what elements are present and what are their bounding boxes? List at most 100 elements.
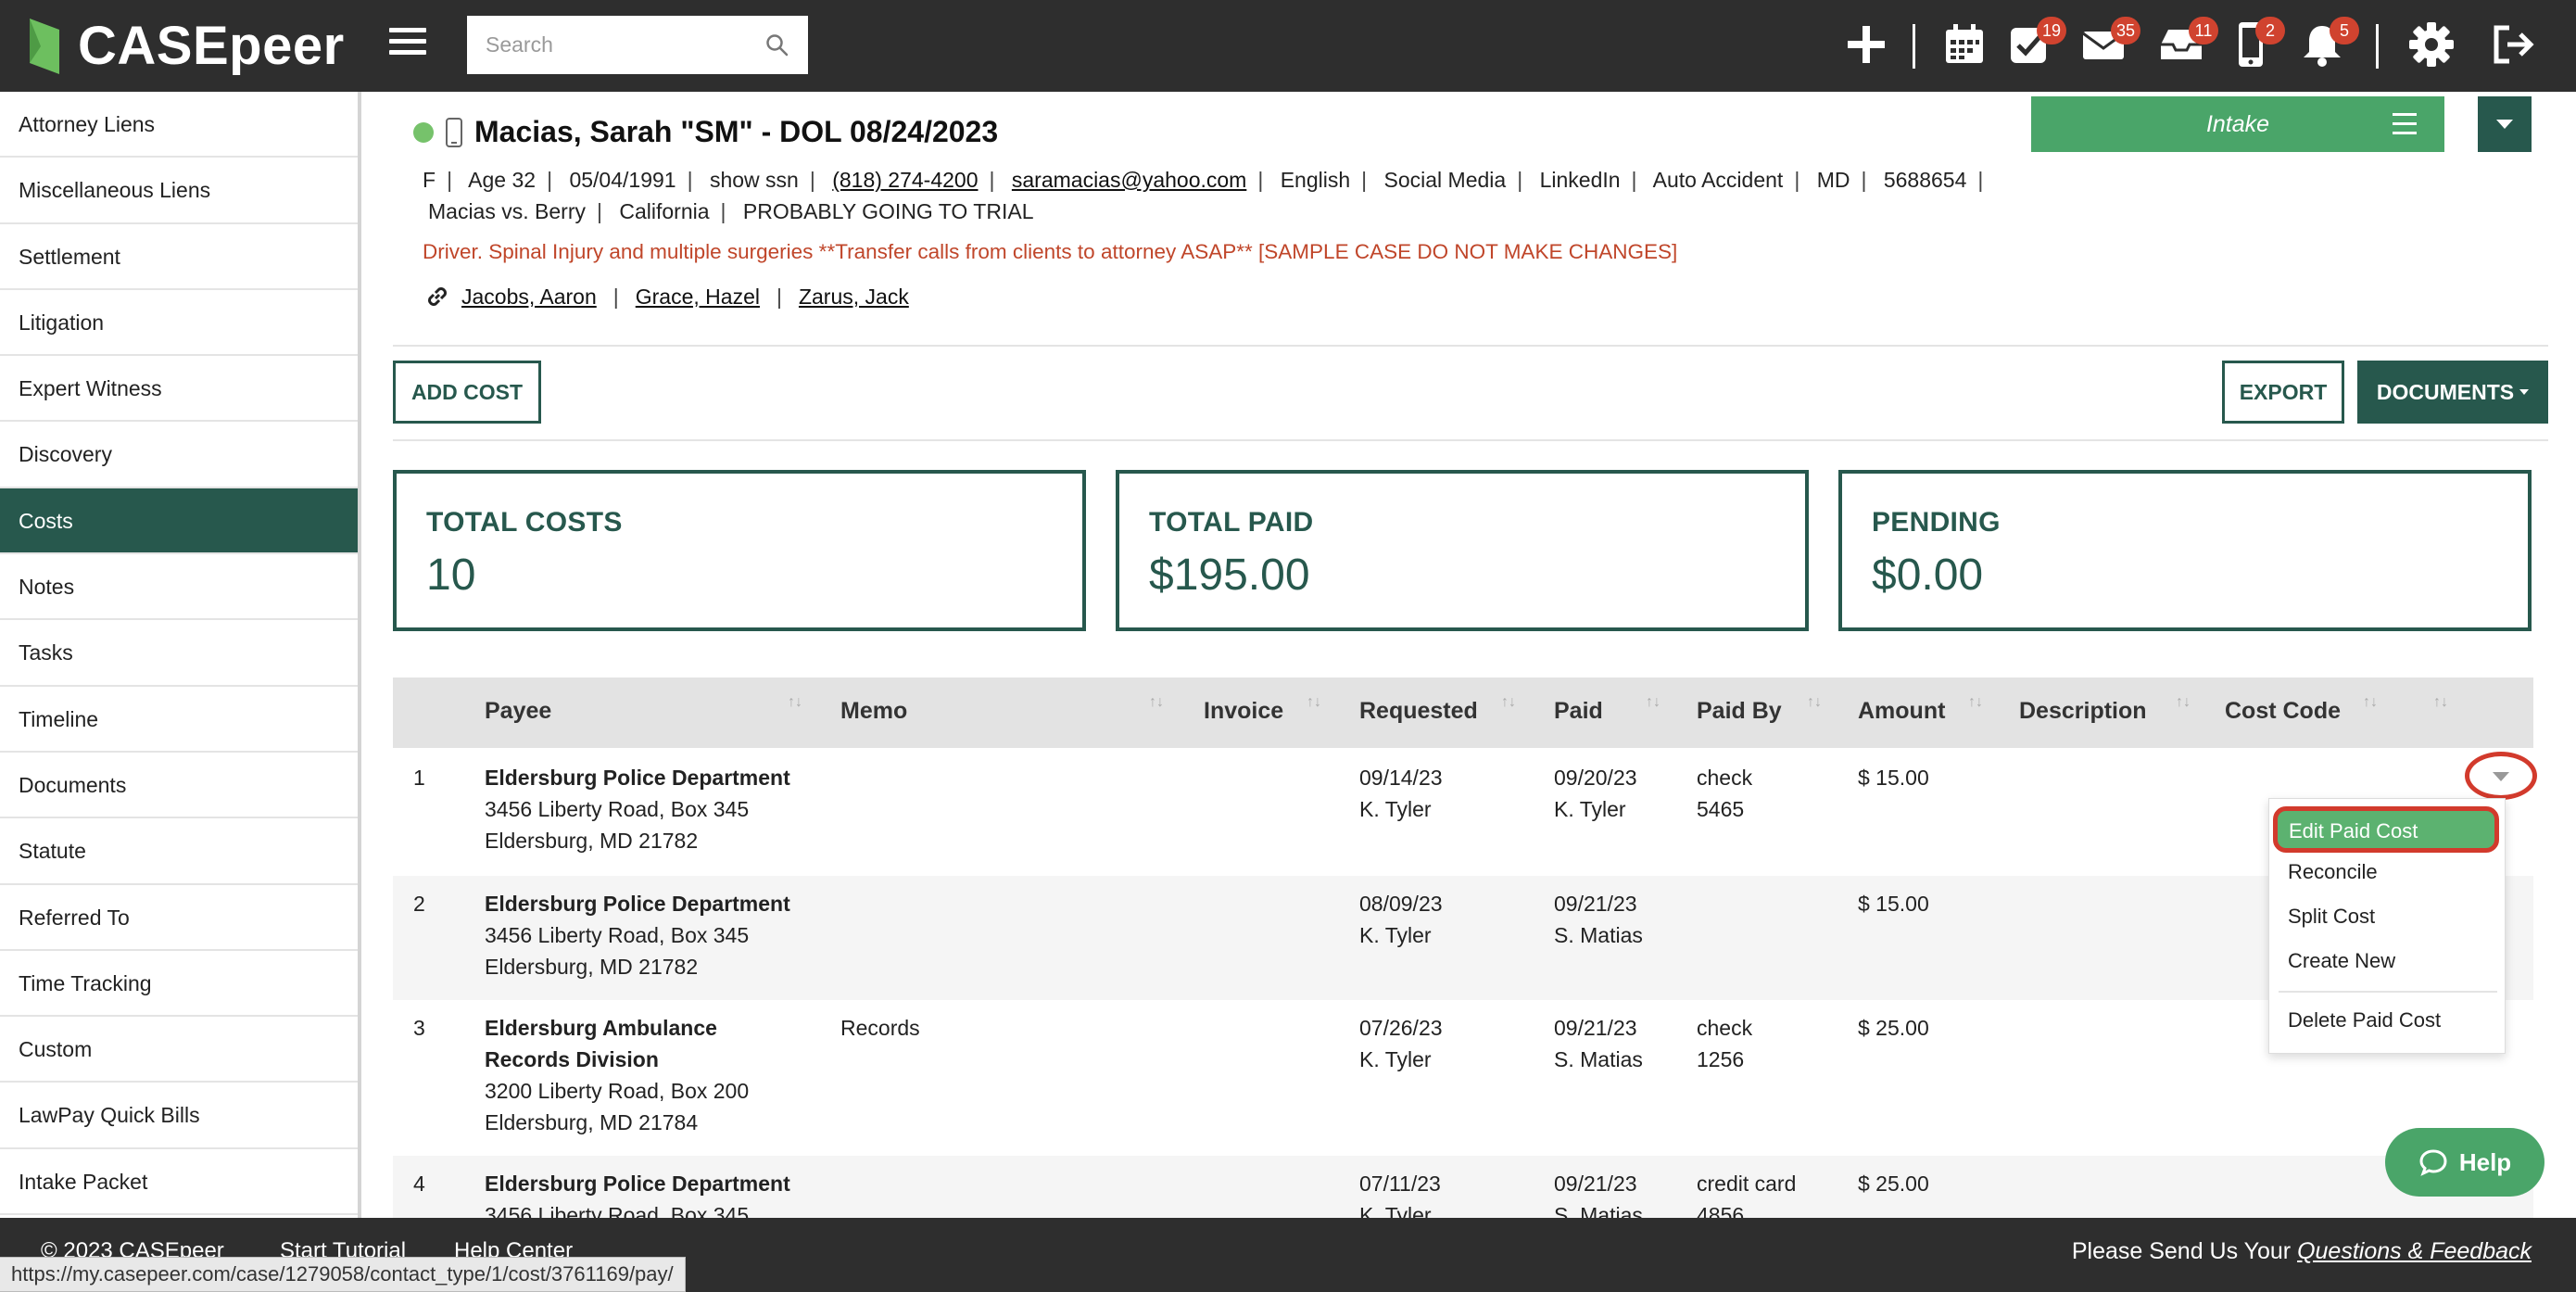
sidebar-item-timeline[interactable]: Timeline bbox=[0, 687, 358, 753]
client-info-line: F | Age 32 | 05/04/1991 | show ssn | (818) 2… bbox=[423, 168, 1984, 192]
mail-badge: 35 bbox=[2110, 17, 2140, 44]
case-venue: California bbox=[619, 199, 710, 223]
inbox-icon[interactable]: 11 bbox=[2157, 17, 2218, 69]
paid-by-user: K. Tyler bbox=[1554, 797, 1626, 821]
documents-dropdown-button[interactable]: DOCUMENTS bbox=[2357, 361, 2548, 424]
sidebar-item-time-tracking[interactable]: Time Tracking bbox=[0, 951, 358, 1018]
settings-gear-icon[interactable] bbox=[2407, 20, 2456, 69]
feedback-text: Please Send Us Your Questions & Feedback bbox=[2072, 1238, 2532, 1265]
table-row[interactable]: 4 Eldersburg Police Department 3456 Libe… bbox=[393, 1156, 2533, 1218]
sidebar-item-litigation[interactable]: Litigation bbox=[0, 290, 358, 357]
column-header-payee[interactable]: Payee bbox=[485, 698, 551, 725]
paid-date: 09/21/23 bbox=[1554, 1016, 1637, 1040]
sidebar-item-tasks[interactable]: Tasks bbox=[0, 620, 358, 687]
search-icon[interactable] bbox=[765, 33, 789, 57]
sort-icon[interactable]: ↑↓ bbox=[1968, 695, 1985, 720]
table-row[interactable]: 2 Eldersburg Police Department 3456 Libe… bbox=[393, 876, 2533, 1000]
column-header-description[interactable]: Description bbox=[2019, 698, 2147, 725]
paid-by-user: S. Matias bbox=[1554, 1047, 1643, 1071]
case-stage-button[interactable]: Intake bbox=[2031, 96, 2444, 152]
column-header-requested[interactable]: Requested bbox=[1359, 698, 1478, 725]
search-input[interactable] bbox=[486, 32, 765, 57]
table-row[interactable]: 3 Eldersburg Ambulance Records Division … bbox=[393, 1000, 2533, 1156]
requested-by: K. Tyler bbox=[1359, 797, 1432, 821]
calendar-icon[interactable] bbox=[1940, 20, 1989, 69]
case-outcome: PROBABLY GOING TO TRIAL bbox=[742, 199, 1034, 223]
requested-date: 09/14/23 bbox=[1359, 766, 1443, 790]
sort-icon[interactable]: ↑↓ bbox=[1646, 695, 1662, 720]
row-number: 2 bbox=[413, 892, 425, 916]
client-email-link[interactable]: saramacias@yahoo.com bbox=[1012, 168, 1246, 192]
payee-address-line: Eldersburg, MD 21782 bbox=[485, 955, 699, 979]
menu-item-delete-paid-cost[interactable]: Delete Paid Cost bbox=[2288, 1008, 2441, 1032]
export-button[interactable]: EXPORT bbox=[2222, 361, 2344, 424]
table-row[interactable]: 1 Eldersburg Police Department 3456 Libe… bbox=[393, 748, 2533, 876]
sidebar-item-attorney-liens[interactable]: Attorney Liens bbox=[0, 92, 358, 158]
cost-amount: $ 25.00 bbox=[1858, 1016, 1929, 1040]
feedback-link[interactable]: Questions & Feedback bbox=[2297, 1238, 2532, 1264]
sort-icon[interactable]: ↑↓ bbox=[2176, 695, 2192, 720]
paid-by-user: S. Matias bbox=[1554, 923, 1643, 947]
casepeer-logo[interactable]: CASEpeer bbox=[22, 11, 345, 81]
sidebar-item-notes[interactable]: Notes bbox=[0, 554, 358, 621]
add-new-icon[interactable] bbox=[1842, 20, 1890, 69]
column-header-amount[interactable]: Amount bbox=[1858, 698, 1945, 725]
sort-icon[interactable]: ↑↓ bbox=[1149, 695, 1166, 720]
sidebar-item-lawpay-quick-bills[interactable]: LawPay Quick Bills bbox=[0, 1083, 358, 1149]
sidebar-item-statute[interactable]: Statute bbox=[0, 818, 358, 885]
menu-item-reconcile[interactable]: Reconcile bbox=[2288, 860, 2378, 884]
column-header-paid[interactable]: Paid bbox=[1554, 698, 1603, 725]
row-number: 4 bbox=[413, 1172, 425, 1196]
payee-name: Eldersburg Police Department bbox=[485, 766, 790, 790]
phone-badge: 2 bbox=[2255, 17, 2285, 44]
sidebar-item-documents[interactable]: Documents bbox=[0, 753, 358, 819]
mail-icon[interactable]: 35 bbox=[2079, 17, 2140, 69]
menu-item-create-new[interactable]: Create New bbox=[2288, 949, 2395, 973]
inbox-badge: 11 bbox=[2189, 17, 2218, 44]
sort-icon[interactable]: ↑↓ bbox=[1307, 695, 1323, 720]
sidebar-item-discovery[interactable]: Discovery bbox=[0, 422, 358, 488]
case-assignees: Jacobs, Aaron | Grace, Hazel | Zarus, Jack bbox=[423, 282, 909, 311]
menu-item-edit-paid-cost[interactable]: Edit Paid Cost bbox=[2273, 806, 2499, 853]
mobile-phone-icon[interactable]: 2 bbox=[2231, 17, 2285, 69]
column-header-paid-by[interactable]: Paid By bbox=[1697, 698, 1782, 725]
client-gender: F bbox=[423, 168, 436, 192]
paid-date: 09/20/23 bbox=[1554, 766, 1637, 790]
sidebar-item-expert-witness[interactable]: Expert Witness bbox=[0, 356, 358, 423]
column-header-invoice[interactable]: Invoice bbox=[1204, 698, 1283, 725]
main-menu-button[interactable] bbox=[389, 28, 426, 65]
row-actions-toggle[interactable] bbox=[2465, 752, 2537, 800]
add-cost-button[interactable]: ADD COST bbox=[393, 361, 541, 424]
assignee-link[interactable]: Jacobs, Aaron bbox=[461, 285, 597, 310]
tasks-icon[interactable]: 19 bbox=[2005, 17, 2066, 69]
column-header-memo[interactable]: Memo bbox=[840, 698, 907, 725]
sidebar-item-custom[interactable]: Custom bbox=[0, 1017, 358, 1083]
help-button[interactable]: Help bbox=[2385, 1128, 2544, 1197]
menu-item-split-cost[interactable]: Split Cost bbox=[2288, 905, 2375, 929]
logout-icon[interactable] bbox=[2489, 20, 2537, 69]
sidebar-item-costs[interactable]: Costs bbox=[0, 488, 358, 555]
sort-icon[interactable]: ↑↓ bbox=[1807, 695, 1824, 720]
feedback-prefix: Please Send Us Your bbox=[2071, 1238, 2292, 1264]
sidebar-item-referred-to[interactable]: Referred To bbox=[0, 885, 358, 951]
requested-by: K. Tyler bbox=[1359, 1203, 1432, 1218]
section-divider bbox=[393, 439, 2548, 441]
assignee-link[interactable]: Grace, Hazel bbox=[636, 285, 760, 310]
sidebar-item-miscellaneous-liens[interactable]: Miscellaneous Liens bbox=[0, 158, 358, 224]
row-actions-menu: Edit Paid Cost Reconcile Split Cost Crea… bbox=[2268, 798, 2506, 1054]
sidebar-item-intake-packet[interactable]: Intake Packet bbox=[0, 1149, 358, 1216]
client-language: English bbox=[1280, 168, 1351, 192]
show-ssn-link[interactable]: show ssn bbox=[710, 168, 799, 192]
stage-dropdown-toggle[interactable] bbox=[2478, 96, 2532, 152]
sidebar-item-settlement[interactable]: Settlement bbox=[0, 224, 358, 290]
column-header-cost-code[interactable]: Cost Code bbox=[2225, 698, 2341, 725]
leaf-icon bbox=[30, 18, 59, 74]
client-phone-link[interactable]: (818) 274-4200 bbox=[832, 168, 978, 192]
sort-icon[interactable]: ↑↓ bbox=[2433, 695, 2450, 720]
assignee-link[interactable]: Zarus, Jack bbox=[799, 285, 909, 310]
sort-icon[interactable]: ↑↓ bbox=[788, 695, 804, 720]
sort-icon[interactable]: ↑↓ bbox=[2363, 695, 2380, 720]
requested-by: K. Tyler bbox=[1359, 923, 1432, 947]
sort-icon[interactable]: ↑↓ bbox=[1501, 695, 1518, 720]
notifications-bell-icon[interactable]: 5 bbox=[2298, 17, 2359, 69]
